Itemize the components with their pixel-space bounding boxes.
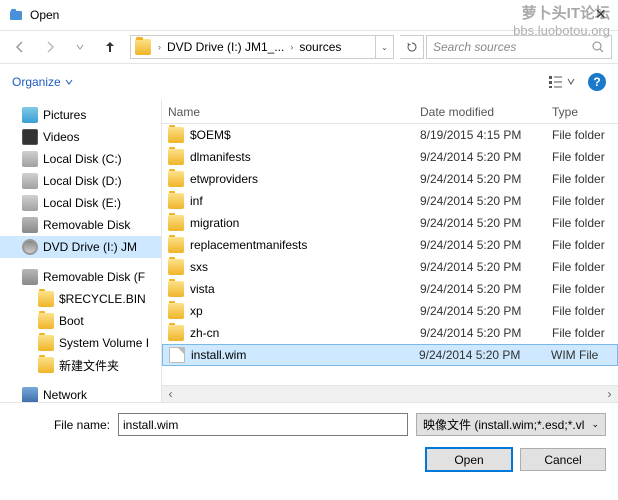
fld-icon <box>38 313 54 329</box>
toolbar: Organize ? <box>0 64 618 100</box>
tree-item[interactable]: 新建文件夹 <box>0 354 161 376</box>
col-type[interactable]: Type <box>546 105 618 119</box>
tree-item[interactable]: Local Disk (E:) <box>0 192 161 214</box>
vid-icon <box>22 129 38 145</box>
cancel-button[interactable]: Cancel <box>520 448 606 471</box>
col-name[interactable]: Name <box>162 105 414 119</box>
tree-item[interactable]: Boot <box>0 310 161 332</box>
chevron-right-icon[interactable]: › <box>155 42 164 52</box>
filename-input[interactable] <box>118 413 408 436</box>
folder-icon <box>168 237 184 253</box>
navbar: › DVD Drive (I:) JM1_... › sources ⌄ <box>0 30 618 64</box>
tree-item[interactable]: Removable Disk (F <box>0 266 161 288</box>
folder-icon <box>168 193 184 209</box>
app-icon <box>8 7 24 23</box>
usb-icon <box>22 269 38 285</box>
folder-icon <box>135 39 151 55</box>
chevron-right-icon[interactable]: › <box>287 42 296 52</box>
window-title: Open <box>30 8 610 22</box>
fld-icon <box>38 335 54 351</box>
file-row[interactable]: inf9/24/2014 5:20 PMFile folder <box>162 190 618 212</box>
tree-item[interactable]: $RECYCLE.BIN <box>0 288 161 310</box>
back-button[interactable] <box>6 35 34 59</box>
file-row[interactable]: etwproviders9/24/2014 5:20 PMFile folder <box>162 168 618 190</box>
nav-tree[interactable]: PicturesVideosLocal Disk (C:)Local Disk … <box>0 100 162 402</box>
column-headers[interactable]: Name Date modified Type <box>162 100 618 124</box>
up-button[interactable] <box>96 35 124 59</box>
search-field[interactable] <box>433 40 591 54</box>
tree-item[interactable]: Pictures <box>0 104 161 126</box>
fld-icon <box>38 357 54 373</box>
folder-icon <box>168 215 184 231</box>
search-icon <box>591 40 605 54</box>
file-row[interactable]: vista9/24/2014 5:20 PMFile folder <box>162 278 618 300</box>
filename-label: File name: <box>12 418 110 432</box>
horizontal-scrollbar[interactable]: ‹ › <box>162 385 618 402</box>
folder-icon <box>168 303 184 319</box>
folder-icon <box>168 281 184 297</box>
folder-icon <box>168 127 184 143</box>
tree-item[interactable]: Network <box>0 384 161 402</box>
net-icon <box>22 387 38 402</box>
scroll-right-arrow[interactable]: › <box>601 387 618 401</box>
file-row[interactable]: replacementmanifests9/24/2014 5:20 PMFil… <box>162 234 618 256</box>
tree-item[interactable]: DVD Drive (I:) JM <box>0 236 161 258</box>
tree-item[interactable]: System Volume I <box>0 332 161 354</box>
tree-item[interactable]: Removable Disk <box>0 214 161 236</box>
address-bar[interactable]: › DVD Drive (I:) JM1_... › sources ⌄ <box>130 35 394 59</box>
folder-icon <box>168 149 184 165</box>
refresh-button[interactable] <box>400 35 424 59</box>
dvd-icon <box>22 239 38 255</box>
dialog-footer: File name: 映像文件 (install.wim;*.esd;*.vl⌄… <box>0 402 618 481</box>
chevron-down-icon <box>65 78 73 86</box>
file-row[interactable]: dlmanifests9/24/2014 5:20 PMFile folder <box>162 146 618 168</box>
folder-icon <box>168 171 184 187</box>
fld-icon <box>38 291 54 307</box>
breadcrumb-drive[interactable]: DVD Drive (I:) JM1_... <box>164 36 287 58</box>
filetype-filter[interactable]: 映像文件 (install.wim;*.esd;*.vl⌄ <box>416 413 606 436</box>
tree-item[interactable]: Videos <box>0 126 161 148</box>
file-row[interactable]: zh-cn9/24/2014 5:20 PMFile folder <box>162 322 618 344</box>
organize-button[interactable]: Organize <box>12 75 73 89</box>
file-row[interactable]: xp9/24/2014 5:20 PMFile folder <box>162 300 618 322</box>
file-row[interactable]: sxs9/24/2014 5:20 PMFile folder <box>162 256 618 278</box>
file-row[interactable]: migration9/24/2014 5:20 PMFile folder <box>162 212 618 234</box>
help-button[interactable]: ? <box>588 73 606 91</box>
file-row[interactable]: $OEM$8/19/2015 4:15 PMFile folder <box>162 124 618 146</box>
open-button[interactable]: Open <box>426 448 512 471</box>
file-row[interactable]: install.wim9/24/2014 5:20 PMWIM File <box>162 344 618 366</box>
scroll-left-arrow[interactable]: ‹ <box>162 387 179 401</box>
titlebar: Open <box>0 0 618 30</box>
folder-icon <box>168 259 184 275</box>
tree-item[interactable]: Local Disk (D:) <box>0 170 161 192</box>
address-dropdown[interactable]: ⌄ <box>375 36 393 58</box>
folder-icon <box>168 325 184 341</box>
col-date[interactable]: Date modified <box>414 105 546 119</box>
forward-button[interactable] <box>36 35 64 59</box>
file-list[interactable]: $OEM$8/19/2015 4:15 PMFile folderdlmanif… <box>162 124 618 385</box>
tree-item[interactable]: Local Disk (C:) <box>0 148 161 170</box>
hdd-icon <box>22 173 38 189</box>
hdd-icon <box>22 195 38 211</box>
view-options-button[interactable] <box>548 74 576 90</box>
recent-dropdown[interactable] <box>66 35 94 59</box>
breadcrumb-folder[interactable]: sources <box>296 36 344 58</box>
pic-icon <box>22 107 38 123</box>
file-icon <box>169 347 185 363</box>
usb-icon <box>22 217 38 233</box>
file-list-pane: Name Date modified Type $OEM$8/19/2015 4… <box>162 100 618 402</box>
search-input[interactable] <box>426 35 612 59</box>
hdd-icon <box>22 151 38 167</box>
